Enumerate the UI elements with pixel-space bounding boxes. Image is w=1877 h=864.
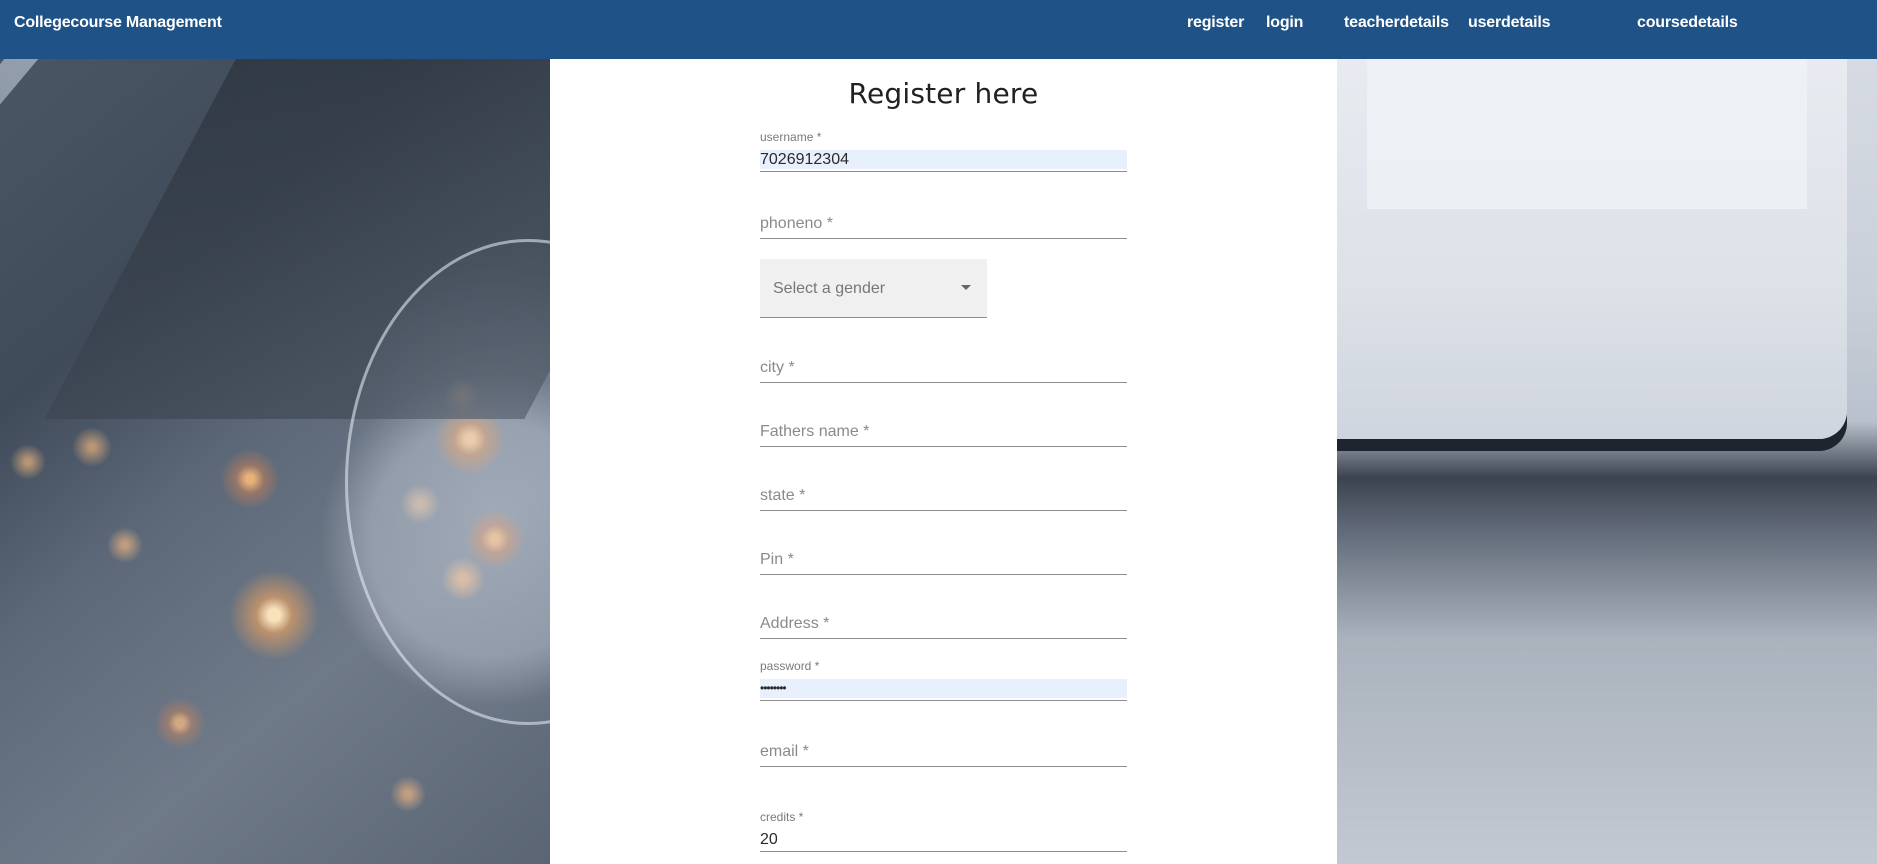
nav-link-userdetails[interactable]: userdetails	[1468, 14, 1550, 32]
top-navbar: Collegecourse Management register login …	[0, 0, 1877, 59]
password-underline	[760, 700, 1127, 701]
nav-link-coursedetails[interactable]: coursedetails	[1637, 14, 1738, 32]
pin-underline	[760, 574, 1127, 575]
pin-placeholder: Pin *	[760, 551, 794, 568]
username-value[interactable]: 7026912304	[760, 150, 1127, 169]
password-field[interactable]: password * ••••••••	[760, 659, 1127, 701]
city-underline	[760, 382, 1127, 383]
pin-field[interactable]: Pin *	[760, 533, 1127, 575]
background-photo-right	[1337, 59, 1877, 864]
register-form-card: Register here username * 7026912304 phon…	[550, 59, 1337, 864]
username-field[interactable]: username * 7026912304	[760, 130, 1127, 172]
email-underline	[760, 766, 1127, 767]
password-label: password *	[760, 659, 820, 673]
phoneno-placeholder: phoneno *	[760, 215, 833, 232]
address-underline	[760, 638, 1127, 639]
address-field[interactable]: Address *	[760, 597, 1127, 639]
username-underline	[760, 171, 1127, 172]
phoneno-underline	[760, 238, 1127, 239]
monitor-screen-shape	[1367, 59, 1807, 209]
nav-link-teacherdetails[interactable]: teacherdetails	[1344, 14, 1449, 32]
credits-underline	[760, 851, 1127, 852]
state-underline	[760, 510, 1127, 511]
nav-link-login[interactable]: login	[1266, 14, 1303, 32]
credits-field[interactable]: credits * 20	[760, 810, 1127, 852]
monitor-shape	[1337, 59, 1847, 439]
caret-down-icon	[961, 285, 971, 290]
gender-select-placeholder: Select a gender	[773, 280, 886, 297]
address-placeholder: Address *	[760, 615, 830, 632]
phoneno-field[interactable]: phoneno *	[760, 197, 1127, 239]
username-label: username *	[760, 130, 822, 144]
state-field[interactable]: state *	[760, 469, 1127, 511]
fathers-name-field[interactable]: Fathers name *	[760, 405, 1127, 447]
brand-title[interactable]: Collegecourse Management	[14, 14, 222, 32]
fathers-name-underline	[760, 446, 1127, 447]
credits-value[interactable]: 20	[760, 830, 1127, 849]
email-field[interactable]: email *	[760, 725, 1127, 767]
city-placeholder: city *	[760, 359, 795, 376]
credits-label: credits *	[760, 810, 804, 824]
email-placeholder: email *	[760, 743, 809, 760]
city-field[interactable]: city *	[760, 341, 1127, 383]
fathers-name-placeholder: Fathers name *	[760, 423, 870, 440]
nav-link-register[interactable]: register	[1187, 14, 1244, 32]
password-value[interactable]: ••••••••	[760, 679, 1127, 698]
state-placeholder: state *	[760, 487, 806, 504]
gender-select[interactable]: Select a gender	[760, 259, 987, 318]
form-title: Register here	[848, 77, 1039, 110]
background-photo-left	[0, 59, 550, 864]
